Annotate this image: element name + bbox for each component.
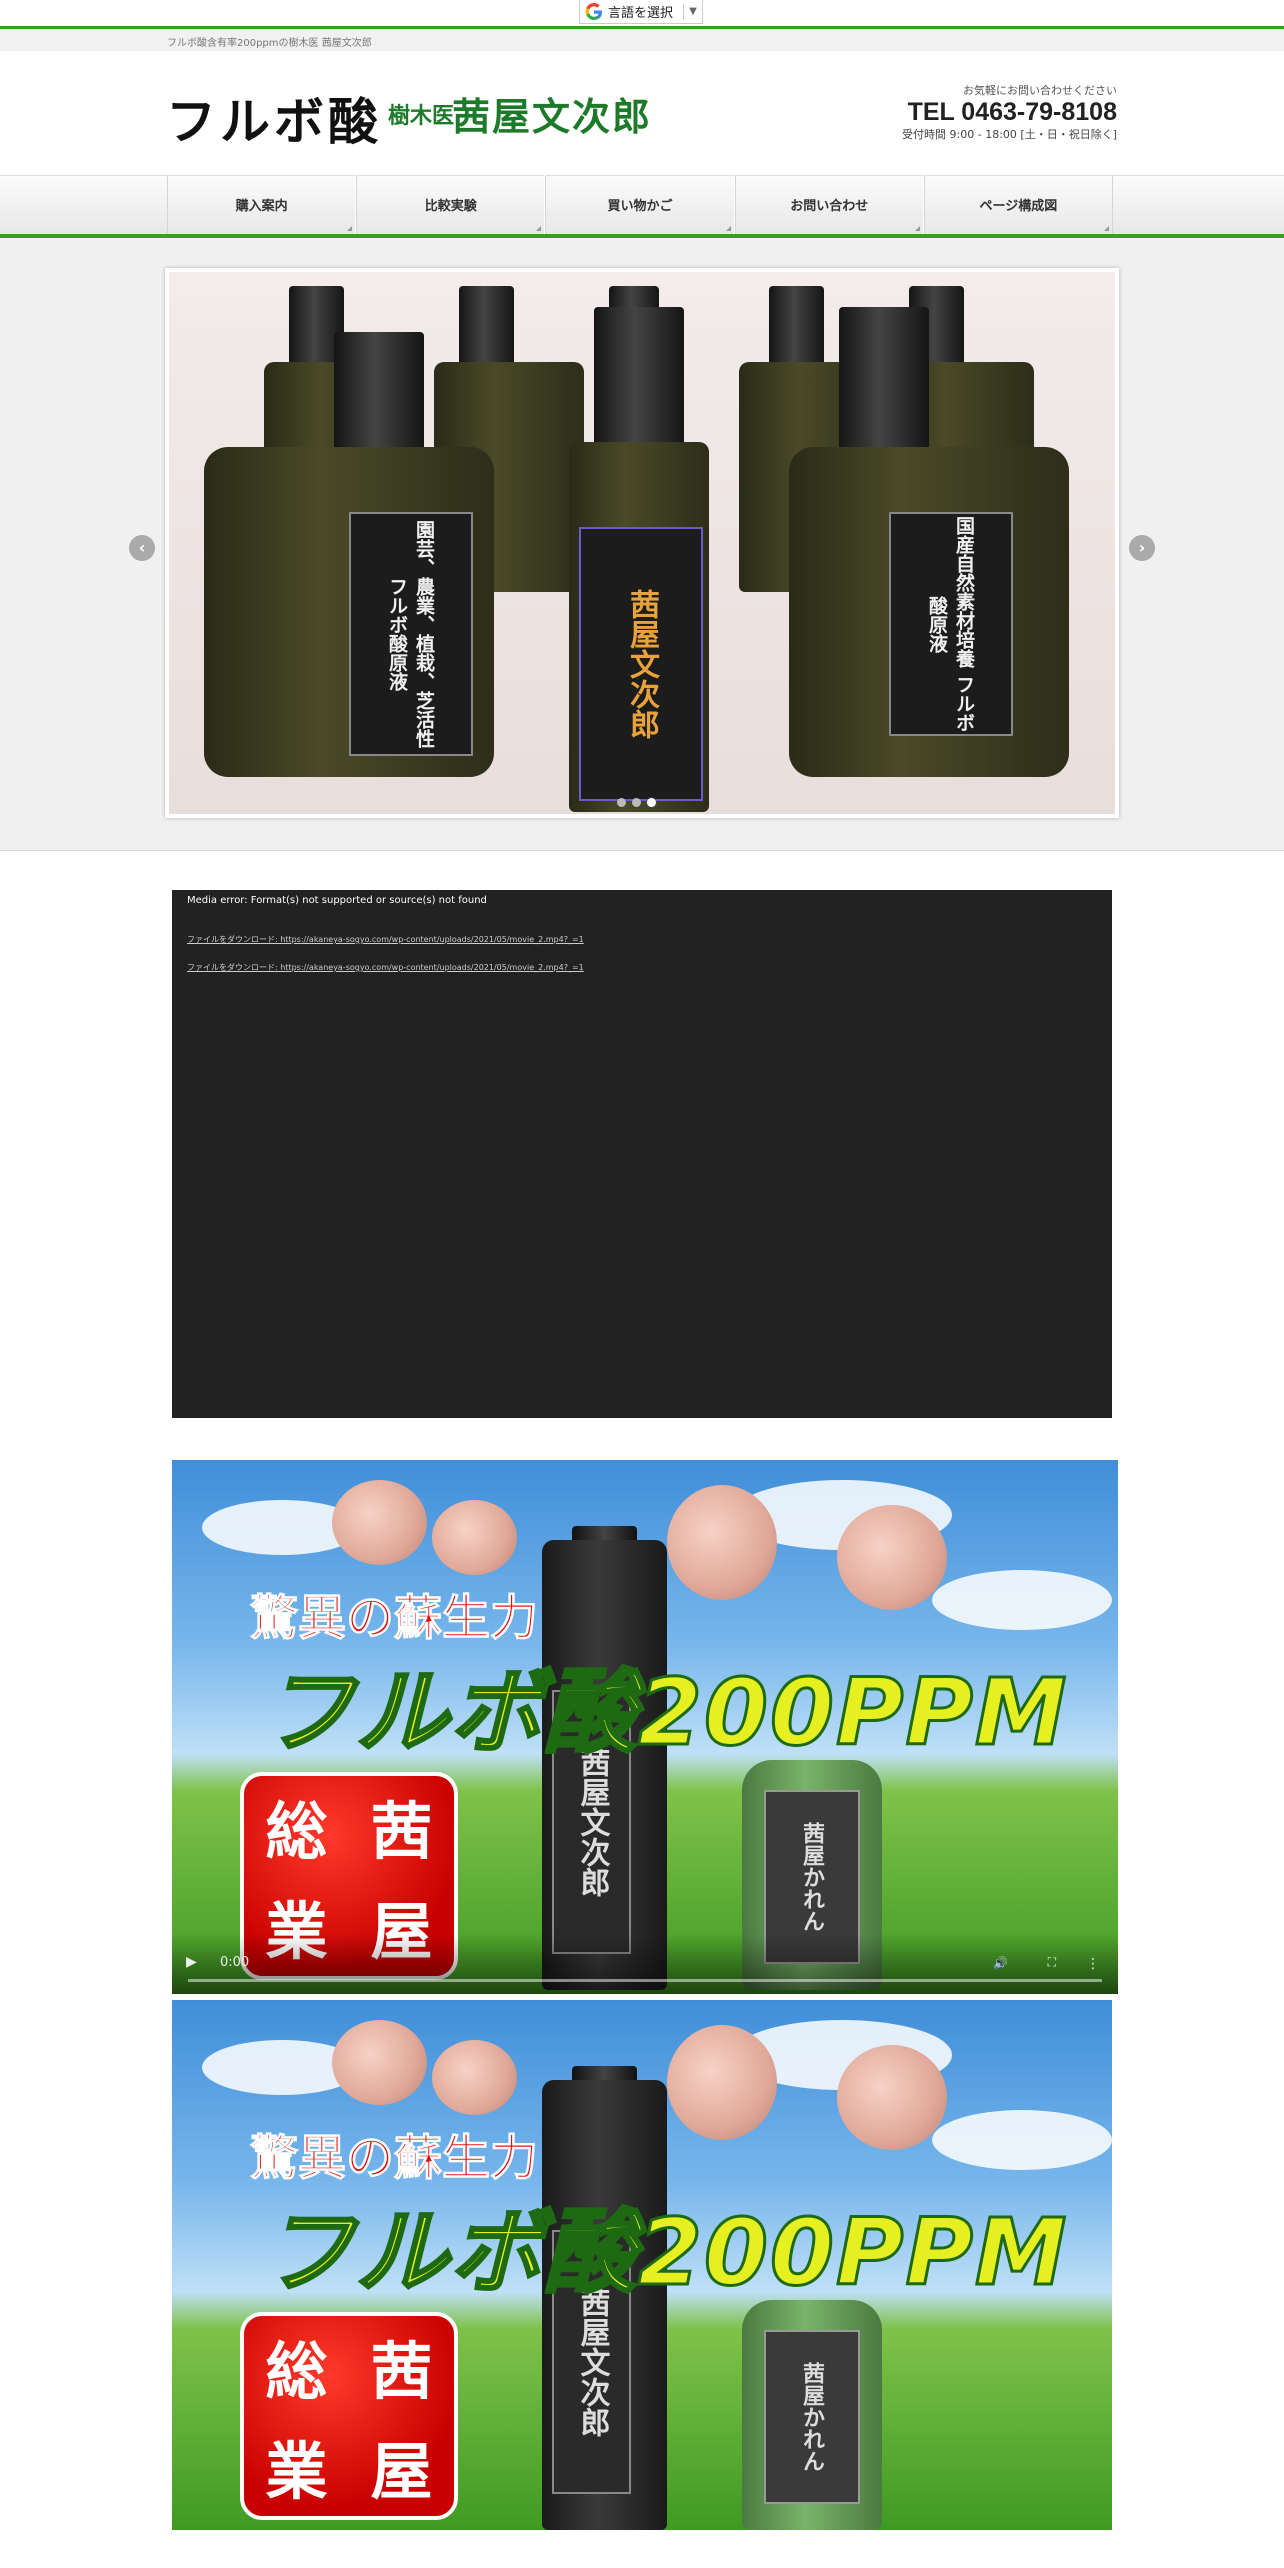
nav-item-comparison[interactable]: 比較実験 [356, 175, 546, 234]
contact-info: お気軽にお問い合わせください TEL 0463-79-8108 受付時間 9:0… [902, 82, 1117, 142]
nav-item-contact[interactable]: お問い合わせ [734, 175, 924, 234]
play-icon[interactable]: ▶ [186, 1954, 197, 1970]
brand-logo: 総 茜 業 屋 [240, 2312, 458, 2520]
nav-item-label: ページ構成図 [979, 199, 1058, 214]
nav-item-label: お問い合わせ [790, 199, 869, 214]
rose [432, 2040, 517, 2115]
nav-item-sitemap[interactable]: ページ構成図 [923, 175, 1114, 234]
nav-item-label: 購入案内 [235, 199, 288, 214]
rose [837, 2045, 947, 2150]
video-controls: ▶ 0:00 🔊 ⛶ ⋮ [172, 1934, 1118, 1994]
chevron-right-icon: › [1138, 538, 1146, 557]
volume-icon[interactable]: 🔊 [993, 1956, 1008, 1970]
rose [837, 1505, 947, 1610]
slide-product-bottles: 園芸、農業、植栽、芝活性 フルボ酸原液 茜屋文次郎 国産自然素材培養 フルボ酸原… [169, 272, 1115, 814]
cloud [932, 1570, 1112, 1630]
nav-item-purchase-guide[interactable]: 購入案内 [167, 175, 357, 234]
more-menu-icon[interactable]: ⋮ [1086, 1956, 1100, 1972]
video-progress-bar[interactable] [188, 1979, 1102, 1982]
translate-bar: 言語を選択 ▼ [0, 0, 1284, 26]
poster-title: フルボ酸200PPM [260, 2198, 1069, 2308]
rose [667, 1485, 777, 1600]
cloud [932, 2110, 1112, 2170]
chevron-left-icon: ‹ [138, 538, 146, 557]
fullscreen-icon[interactable]: ⛶ [1048, 1955, 1056, 1970]
video-error-player: Media error: Format(s) not supported or … [172, 890, 1112, 1418]
logo-char: 茜 [370, 1795, 433, 1868]
slider-dot[interactable] [617, 798, 626, 807]
bottle-label-right: 国産自然素材培養 フルボ酸原液 [889, 512, 1013, 736]
slider-prev-button[interactable]: ‹ [129, 535, 155, 561]
logo-char: 総 [265, 2335, 328, 2408]
rose [667, 2025, 777, 2140]
logo-subtitle-name: 茜屋文次郎 [452, 94, 653, 139]
logo-subtitle-small: 樹木医 [388, 103, 455, 129]
logo-char: 総 [265, 1795, 328, 1868]
main-nav: 購入案内 比較実験 買い物かご お問い合わせ ページ構成図 [167, 175, 1114, 234]
nav-item-label: 買い物かご [607, 199, 673, 214]
nav-item-cart[interactable]: 買い物かご [545, 175, 735, 234]
bottle-cap [594, 307, 684, 457]
download-link[interactable]: ファイルをダウンロード: https://akaneya-sogyo.com/w… [187, 934, 584, 945]
corner-triangle-icon [725, 226, 731, 231]
logo-char: 屋 [370, 2435, 433, 2508]
rose [432, 1500, 517, 1575]
download-link[interactable]: ファイルをダウンロード: https://akaneya-sogyo.com/w… [187, 962, 584, 973]
rose [332, 2020, 427, 2105]
bottle-label: 茜屋かれん [764, 2330, 860, 2504]
bottle-cap [839, 307, 929, 457]
logo-char: 業 [265, 2435, 328, 2508]
phone-number[interactable]: TEL 0463-79-8108 [902, 98, 1117, 126]
language-select-label: 言語を選択 [608, 6, 674, 21]
site-tagline: フルボ酸含有率200ppmの樹木医 茜屋文次郎 [167, 38, 372, 49]
chevron-down-icon: ▼ [683, 3, 702, 20]
video-time: 0:00 [220, 1955, 250, 1970]
business-hours: 受付時間 9:00 - 18:00 [土・日・祝日除く] [902, 128, 1117, 141]
poster-title: フルボ酸200PPM [260, 1658, 1069, 1768]
product-video-poster[interactable]: 茜屋文次郎 茜屋かれん 驚異の蘇生力 フルボ酸200PPM 総 茜 業 屋 [172, 2000, 1112, 2530]
slider-dot-active[interactable] [647, 798, 656, 807]
site-logo[interactable]: フルボ酸 [166, 82, 382, 154]
logo-char: 茜 [370, 2335, 433, 2408]
slider-next-button[interactable]: › [1129, 535, 1155, 561]
bottle-label-main: 茜屋文次郎 [624, 589, 659, 739]
media-error-message: Media error: Format(s) not supported or … [187, 895, 487, 906]
rose [332, 1480, 427, 1565]
nav-item-label: 比較実験 [424, 199, 477, 214]
bottle-label-left: 園芸、農業、植栽、芝活性 フルボ酸原液 [349, 512, 473, 756]
corner-triangle-icon [914, 226, 920, 231]
slider-dot[interactable] [632, 798, 641, 807]
slider-pagination [617, 798, 656, 807]
product-video[interactable]: 茜屋文次郎 茜屋かれん 驚異の蘇生力 フルボ酸200PPM 総 茜 業 屋 ▶ … [172, 1460, 1118, 1994]
bottle-cap [334, 332, 424, 462]
corner-triangle-icon [347, 226, 353, 231]
corner-triangle-icon [536, 226, 542, 231]
google-icon [585, 2, 602, 20]
bottle-label-center: 茜屋文次郎 [579, 527, 703, 801]
corner-triangle-icon [1104, 226, 1110, 231]
contact-label: お気軽にお問い合わせください [963, 84, 1117, 97]
image-slider: 園芸、農業、植栽、芝活性 フルボ酸原液 茜屋文次郎 国産自然素材培養 フルボ酸原… [165, 268, 1119, 818]
language-select[interactable]: 言語を選択 ▼ [579, 0, 703, 24]
